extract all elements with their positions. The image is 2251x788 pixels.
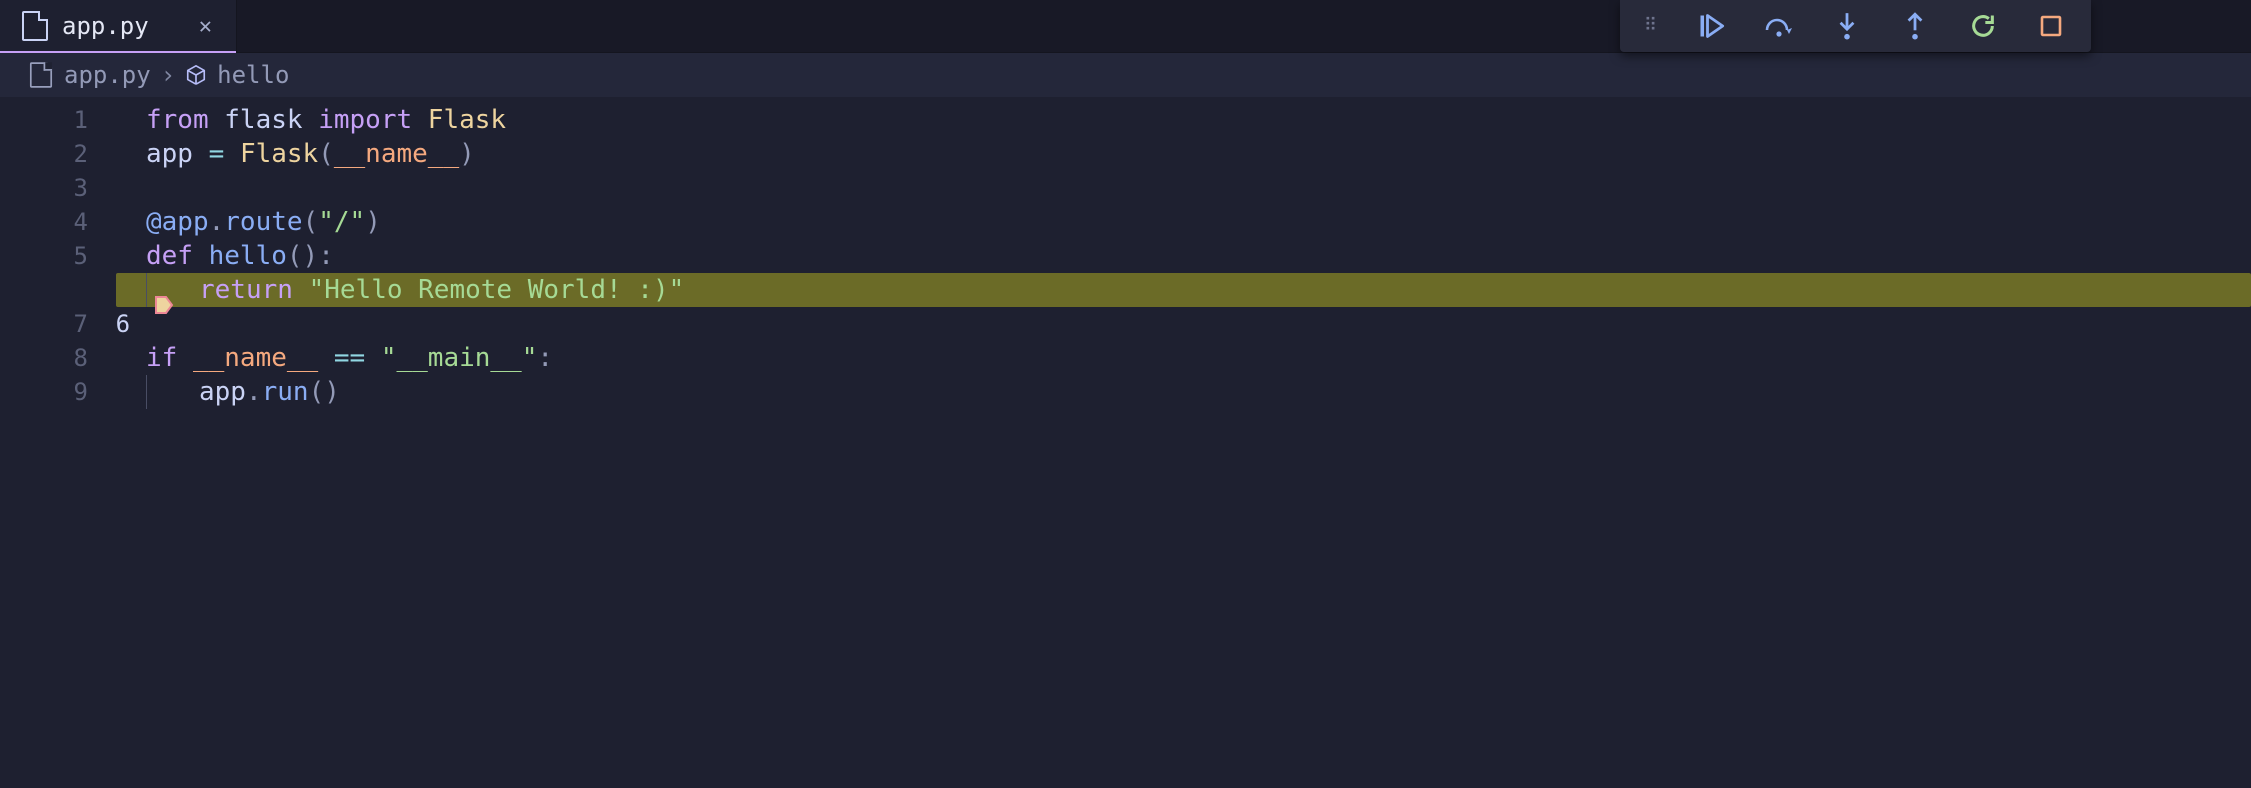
line-number[interactable]: 9 (0, 375, 116, 409)
code-line-current[interactable]: 6 return "Hello Remote World! :)" (0, 273, 2251, 307)
breadcrumb-separator-icon: › (161, 61, 175, 89)
code-editor[interactable]: 1 from flask import Flask 2 app = Flask(… (0, 97, 2251, 409)
continue-button[interactable] (1695, 10, 1727, 42)
step-out-button[interactable] (1899, 10, 1931, 42)
code-line[interactable]: 7 (0, 307, 2251, 341)
breadcrumb-symbol[interactable]: hello (185, 61, 289, 89)
restart-button[interactable] (1967, 10, 1999, 42)
method-icon (185, 64, 207, 86)
stop-button[interactable] (2035, 10, 2067, 42)
step-into-button[interactable] (1831, 10, 1863, 42)
breadcrumb[interactable]: app.py › hello (0, 53, 2251, 97)
drag-handle-icon[interactable]: ⠿ (1644, 21, 1659, 31)
breadcrumb-file[interactable]: app.py (28, 60, 151, 90)
line-number[interactable]: 3 (0, 171, 116, 205)
code-line[interactable]: 9 app.run() (0, 375, 2251, 409)
tab-filename: app.py (62, 12, 149, 40)
code-line[interactable]: 2 app = Flask(__name__) (0, 137, 2251, 171)
line-number[interactable]: 4 (0, 205, 116, 239)
line-number[interactable]: 7 (0, 307, 116, 341)
code-line[interactable]: 1 from flask import Flask (0, 103, 2251, 137)
file-icon (30, 62, 52, 88)
step-over-button[interactable] (1763, 10, 1795, 42)
debug-toolbar: ⠿ (1620, 0, 2091, 52)
line-number[interactable]: 8 (0, 341, 116, 375)
code-line[interactable]: 5 def hello(): (0, 239, 2251, 273)
tab-close-icon[interactable]: ✕ (193, 12, 218, 41)
file-icon (22, 11, 48, 41)
line-number[interactable]: 2 (0, 137, 116, 171)
code-line[interactable]: 4 @app.route("/") (0, 205, 2251, 239)
tab-app-py[interactable]: app.py ✕ (0, 0, 237, 52)
code-line[interactable]: 3 (0, 171, 2251, 205)
line-number[interactable]: 1 (0, 103, 116, 137)
code-line[interactable]: 8 if __name__ == "__main__": (0, 341, 2251, 375)
breadcrumb-symbol-name: hello (217, 61, 289, 89)
breadcrumb-file-name: app.py (64, 61, 151, 89)
